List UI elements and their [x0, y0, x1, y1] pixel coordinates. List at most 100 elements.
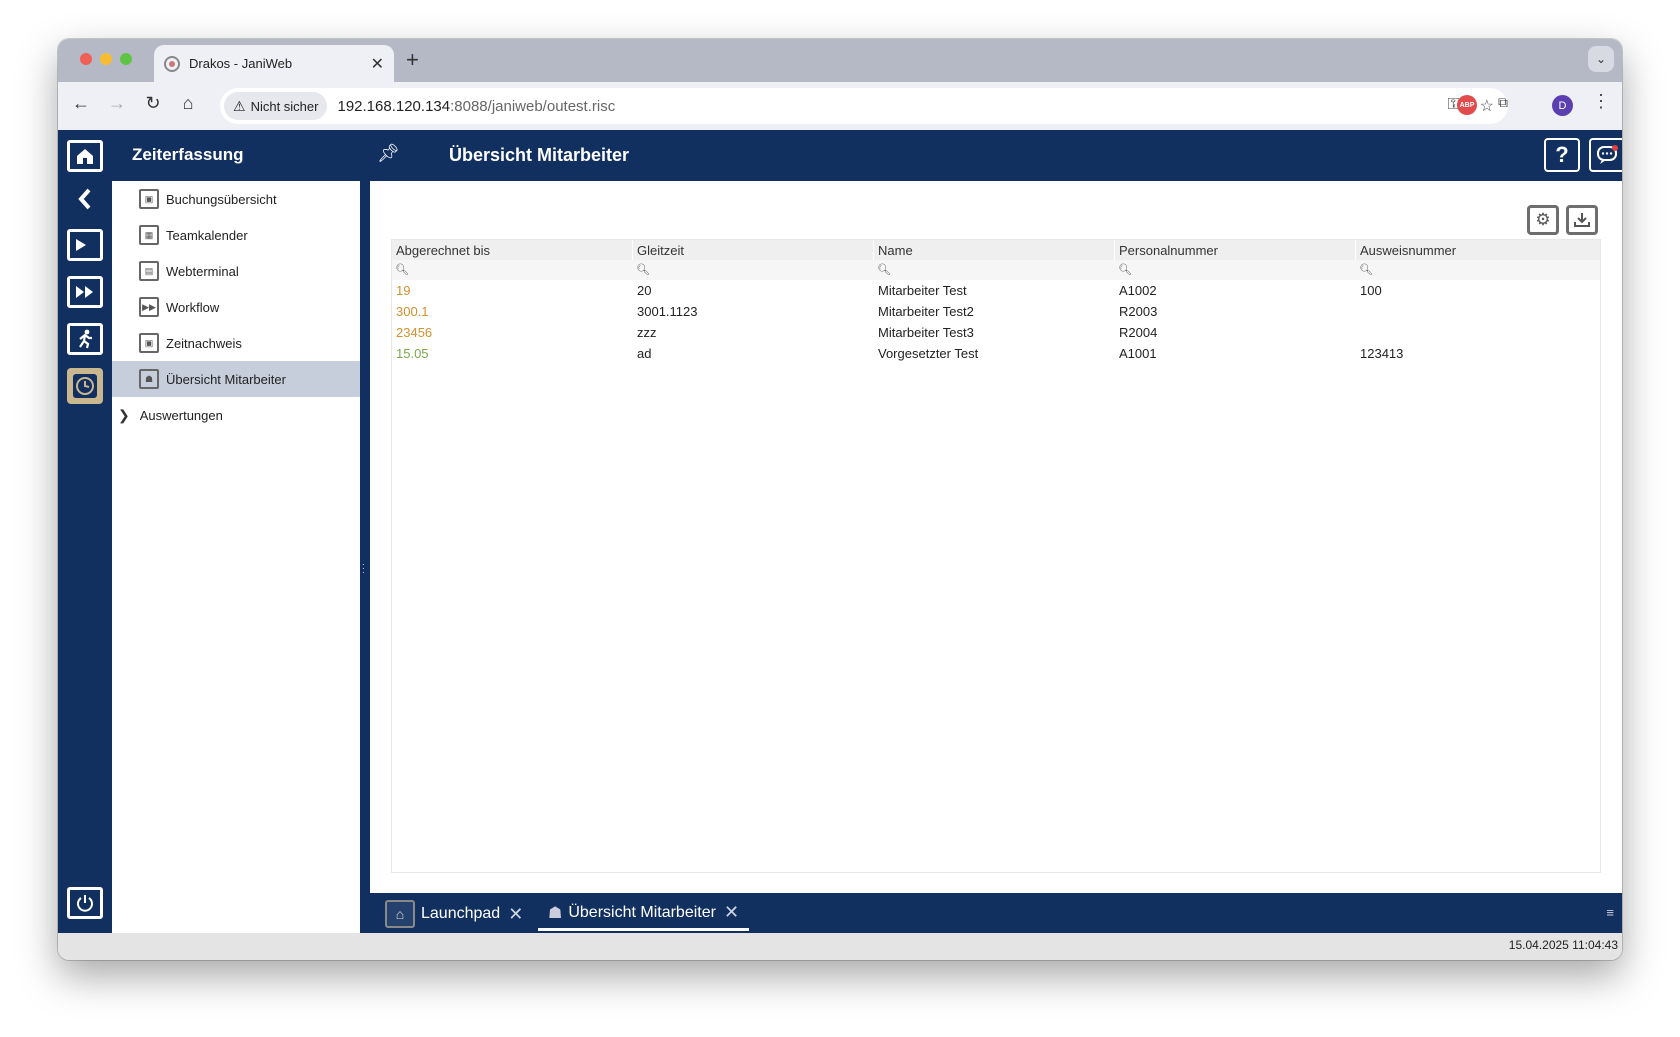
- booking-icon: ▣: [139, 189, 159, 209]
- tab-label: Übersicht Mitarbeiter: [568, 903, 716, 921]
- timeclock-runner-icon[interactable]: [67, 323, 103, 355]
- main-content: ⚙ Abgerechnet bis Gleitzeit Name Persona…: [370, 181, 1622, 893]
- pin-icon[interactable]: 📌︎: [377, 143, 400, 164]
- panel-splitter[interactable]: [360, 181, 370, 933]
- tab-search-chevron-icon[interactable]: ⌄: [1588, 46, 1614, 72]
- security-chip-label: Nicht sicher: [250, 98, 319, 114]
- table-row[interactable]: 19 20 Mitarbeiter Test A1002 100: [392, 280, 1600, 301]
- app-header: Zeiterfassung 📌︎ Übersicht Mitarbeiter ?: [112, 130, 1622, 181]
- tab-close-icon[interactable]: ✕: [724, 902, 739, 923]
- browser-window: Drakos - JaniWeb ✕ + ⌄ ← → ↻ ⌂ ⚠ Nicht s…: [58, 39, 1622, 960]
- cell-name: Vorgesetzter Test: [878, 346, 979, 361]
- module-title: Zeiterfassung: [132, 145, 244, 164]
- back-arrow-icon[interactable]: ←: [68, 93, 94, 114]
- nav-item-buchungsuebersicht[interactable]: ▣ Buchungsübersicht: [112, 181, 360, 217]
- cell-gleitzeit: 3001.1123: [637, 304, 698, 319]
- extensions-puzzle-icon[interactable]: ⧉: [1498, 94, 1508, 111]
- nav-item-zeitnachweis[interactable]: ▣ Zeitnachweis: [112, 325, 360, 361]
- export-download-icon[interactable]: [1566, 205, 1598, 235]
- help-question-icon[interactable]: ?: [1544, 138, 1580, 172]
- tab-list-menu-icon[interactable]: ≡: [1606, 905, 1614, 920]
- cell-ausweisnummer: 123413: [1360, 346, 1404, 361]
- nav-group-auswertungen[interactable]: ❯ Auswertungen: [112, 397, 360, 433]
- employee-overview-icon: ☗: [139, 369, 159, 389]
- cell-abgerechnet-bis[interactable]: 23456: [396, 325, 432, 340]
- adblock-extension-icon[interactable]: ABP: [1457, 95, 1477, 115]
- column-header-ausweisnummer[interactable]: Ausweisnummer: [1360, 243, 1456, 258]
- tab-launchpad[interactable]: ⌂ Launchpad ✕: [385, 897, 523, 931]
- timesheet-icon: ▣: [139, 333, 159, 353]
- icon-rail: [58, 130, 112, 933]
- new-tab-button[interactable]: +: [406, 47, 419, 73]
- table-row[interactable]: 23456 zzz Mitarbeiter Test3 R2004: [392, 322, 1600, 343]
- address-bar[interactable]: ⚠ Nicht sicher 192.168.120.134:8088/jani…: [220, 88, 1508, 124]
- nav-item-webterminal[interactable]: ▤ Webterminal: [112, 253, 360, 289]
- tab-strip: Drakos - JaniWeb ✕ + ⌄: [58, 39, 1622, 82]
- chat-bubble-icon[interactable]: [1589, 138, 1622, 172]
- nav-item-teamkalender[interactable]: ▦ Teamkalender: [112, 217, 360, 253]
- browser-menu-icon[interactable]: ⋮: [1592, 91, 1610, 112]
- reload-icon[interactable]: ↻: [140, 93, 166, 114]
- back-chevron-icon[interactable]: [67, 183, 103, 215]
- url-path: :8088/janiweb/outest.risc: [450, 97, 616, 115]
- column-header-gleitzeit[interactable]: Gleitzeit: [637, 243, 684, 258]
- filter-search-icon[interactable]: 🔍︎: [1359, 263, 1373, 276]
- nav-group-label: Auswertungen: [139, 407, 223, 423]
- tab-close-icon[interactable]: ✕: [371, 54, 384, 74]
- settings-gear-icon[interactable]: ⚙: [1527, 205, 1559, 235]
- column-header-personalnummer[interactable]: Personalnummer: [1119, 243, 1218, 258]
- nav-item-workflow[interactable]: ▶▶ Workflow: [112, 289, 360, 325]
- calendar-icon: ▦: [139, 225, 159, 245]
- site-favicon-icon: [164, 55, 180, 72]
- filter-search-icon[interactable]: 🔍︎: [636, 263, 650, 276]
- filter-search-icon[interactable]: 🔍︎: [877, 263, 891, 276]
- url-text[interactable]: 192.168.120.134:8088/janiweb/outest.risc: [337, 98, 1447, 115]
- power-logout-icon[interactable]: [67, 887, 103, 919]
- bookmark-star-icon[interactable]: ☆: [1480, 96, 1494, 116]
- workflow-icon: ▶▶: [139, 297, 159, 317]
- warning-triangle-icon: ⚠: [233, 97, 246, 114]
- nav-item-uebersicht-mitarbeiter[interactable]: ☗ Übersicht Mitarbeiter: [112, 361, 360, 397]
- filter-search-icon[interactable]: 🔍︎: [1118, 263, 1132, 276]
- filter-search-icon[interactable]: 🔍︎: [395, 263, 409, 276]
- workflow-icon[interactable]: [67, 276, 103, 308]
- browser-tab-title: Drakos - JaniWeb: [189, 56, 293, 71]
- close-window-button[interactable]: [80, 53, 92, 65]
- tab-label: Launchpad: [421, 905, 501, 922]
- browser-tab[interactable]: Drakos - JaniWeb ✕: [154, 45, 394, 82]
- time-tracking-clock-icon[interactable]: [67, 368, 103, 404]
- column-header-abgerechnet-bis[interactable]: Abgerechnet bis: [396, 243, 490, 258]
- profile-avatar[interactable]: D: [1552, 95, 1573, 116]
- cell-name: Mitarbeiter Test: [878, 283, 967, 298]
- security-chip[interactable]: ⚠ Nicht sicher: [224, 92, 328, 120]
- nav-item-label: Webterminal: [166, 263, 239, 279]
- cell-abgerechnet-bis[interactable]: 300.1: [396, 304, 429, 319]
- maximize-window-button[interactable]: [120, 53, 132, 65]
- table-filter-row: 🔍︎ 🔍︎ 🔍︎ 🔍︎ 🔍︎: [392, 260, 1600, 280]
- nav-item-label: Buchungsübersicht: [166, 191, 277, 207]
- page-title: Übersicht Mitarbeiter: [449, 145, 630, 165]
- navigation-panel: ▣ Buchungsübersicht ▦ Teamkalender ▤ Web…: [112, 181, 360, 933]
- tab-close-icon[interactable]: ✕: [508, 904, 523, 925]
- cell-ausweisnummer: 100: [1360, 283, 1382, 298]
- splitter-grip-icon[interactable]: · · ·: [362, 561, 365, 577]
- cell-abgerechnet-bis[interactable]: 15.05: [396, 346, 429, 361]
- forward-arrow-icon[interactable]: →: [104, 93, 130, 114]
- terminal-icon[interactable]: [67, 229, 103, 261]
- status-datetime: 15.04.2025 11:04:43: [1508, 938, 1618, 952]
- cell-personalnummer: R2003: [1119, 304, 1158, 319]
- tab-uebersicht-mitarbeiter[interactable]: ☗ Übersicht Mitarbeiter ✕: [538, 897, 750, 931]
- chevron-right-icon: ❯: [118, 406, 130, 423]
- cell-gleitzeit: zzz: [637, 325, 657, 340]
- home-icon[interactable]: ⌂: [175, 93, 201, 114]
- cell-abgerechnet-bis[interactable]: 19: [396, 283, 410, 298]
- launchpad-home-icon[interactable]: [67, 140, 103, 172]
- cell-name: Mitarbeiter Test3: [878, 325, 974, 340]
- cell-personalnummer: R2004: [1119, 325, 1158, 340]
- minimize-window-button[interactable]: [100, 53, 112, 65]
- column-header-name[interactable]: Name: [878, 243, 913, 258]
- table-row[interactable]: 300.1 3001.1123 Mitarbeiter Test2 R2003: [392, 301, 1600, 322]
- nav-item-label: Übersicht Mitarbeiter: [166, 371, 286, 387]
- terminal-icon: ▤: [139, 261, 159, 281]
- table-row[interactable]: 15.05 ad Vorgesetzter Test A1001 123413: [392, 343, 1600, 364]
